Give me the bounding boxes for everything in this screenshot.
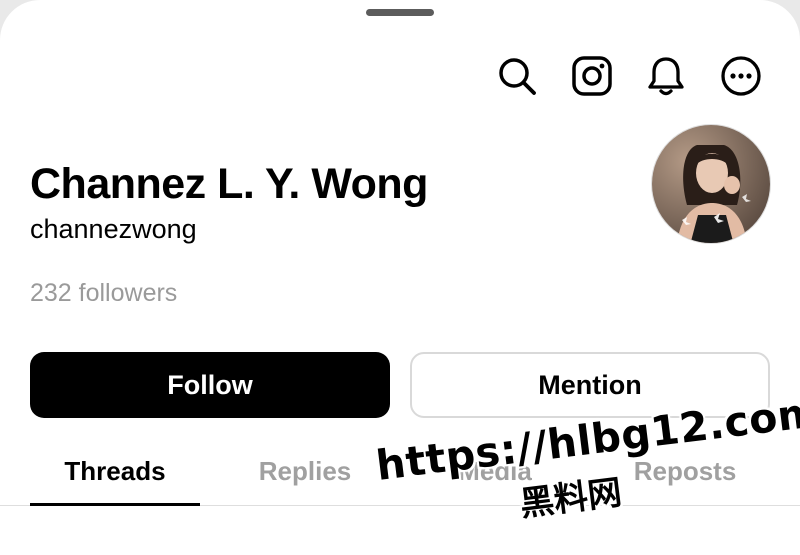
- profile-sheet: Channez L. Y. Wong channezwong 232 follo…: [0, 0, 800, 555]
- tab-reposts[interactable]: Reposts: [600, 456, 770, 487]
- sheet-grabber-handle[interactable]: [366, 9, 434, 16]
- profile-tabs: Threads Replies Media Reposts: [0, 440, 800, 506]
- tab-media[interactable]: Media: [410, 456, 580, 487]
- search-icon[interactable]: [495, 54, 539, 98]
- profile-username: channezwong: [30, 214, 197, 244]
- profile-avatar[interactable]: [651, 124, 771, 244]
- tab-threads[interactable]: Threads: [30, 456, 200, 487]
- profile-display-name: Channez L. Y. Wong: [30, 160, 428, 208]
- instagram-icon[interactable]: [570, 54, 614, 98]
- notifications-bell-icon[interactable]: [644, 54, 688, 98]
- tab-replies[interactable]: Replies: [220, 456, 390, 487]
- more-options-icon[interactable]: [719, 54, 763, 98]
- followers-count-link[interactable]: 232 followers: [30, 279, 177, 308]
- active-tab-indicator: [30, 503, 200, 506]
- mention-button[interactable]: Mention: [410, 352, 770, 418]
- follow-button[interactable]: Follow: [30, 352, 390, 418]
